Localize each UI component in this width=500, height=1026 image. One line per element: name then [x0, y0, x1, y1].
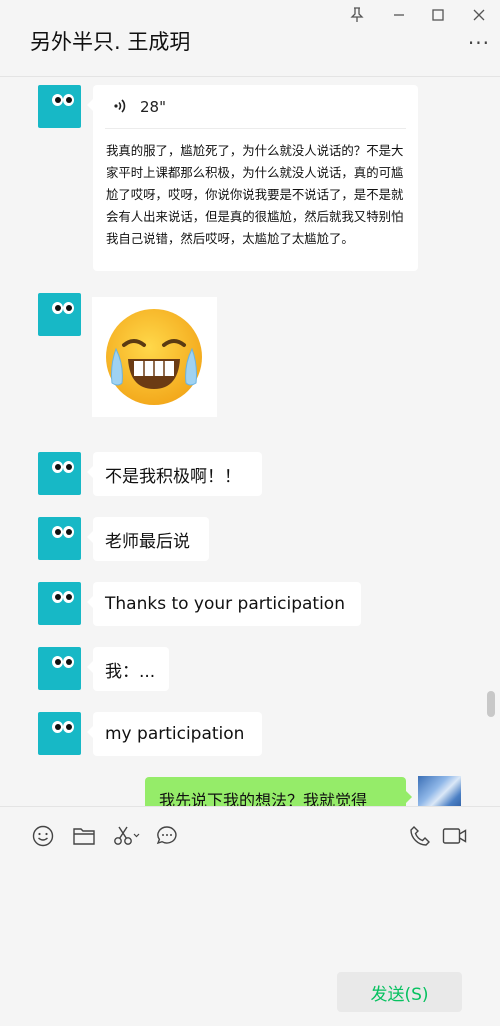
- maximize-icon[interactable]: [426, 5, 450, 25]
- message-bubble[interactable]: Thanks to your participation: [87, 582, 361, 626]
- pin-icon[interactable]: [345, 5, 369, 25]
- message-list[interactable]: 28" 我真的服了，尴尬死了，为什么就没人说话的？不是大家平时上课都那么积极，为…: [0, 78, 500, 806]
- divider: [105, 128, 406, 129]
- my-message-bubble[interactable]: 我先说下我的想法？我就觉得: [145, 777, 412, 806]
- sticker-image[interactable]: [92, 297, 217, 417]
- message-bubble[interactable]: 老师最后说: [87, 517, 209, 561]
- avatar[interactable]: [38, 452, 81, 495]
- message-bubble[interactable]: 我：...: [87, 647, 169, 691]
- scrollbar-thumb[interactable]: [487, 691, 495, 717]
- avatar[interactable]: [38, 293, 81, 336]
- close-icon[interactable]: [467, 5, 491, 25]
- message-bubble[interactable]: my participation: [87, 712, 262, 756]
- voice-transcript: 我真的服了，尴尬死了，为什么就没人说话的？不是大家平时上课都那么积极，为什么就没…: [106, 143, 404, 246]
- chat-title: 另外半只. 王成玥: [30, 30, 191, 54]
- send-button[interactable]: 发送(S): [337, 972, 462, 1012]
- voice-duration: 28": [140, 98, 166, 116]
- voice-wave-icon: [113, 98, 127, 118]
- more-icon[interactable]: ···: [468, 33, 490, 53]
- my-avatar[interactable]: [418, 776, 461, 806]
- video-icon[interactable]: [441, 823, 469, 849]
- folder-icon[interactable]: [71, 823, 97, 849]
- message-bubble[interactable]: 不是我积极啊！！: [87, 452, 262, 496]
- avatar[interactable]: [38, 582, 81, 625]
- chat-icon[interactable]: [154, 823, 180, 849]
- scissors-icon[interactable]: [112, 823, 142, 849]
- emoji-icon[interactable]: [30, 823, 56, 849]
- avatar[interactable]: [38, 517, 81, 560]
- input-area[interactable]: 发送(S): [0, 806, 500, 1026]
- avatar[interactable]: [38, 85, 81, 128]
- voice-message[interactable]: 28" 我真的服了，尴尬死了，为什么就没人说话的？不是大家平时上课都那么积极，为…: [87, 85, 418, 271]
- avatar[interactable]: [38, 647, 81, 690]
- avatar[interactable]: [38, 712, 81, 755]
- phone-icon[interactable]: [407, 823, 433, 849]
- chat-header: 另外半只. 王成玥 ···: [0, 0, 500, 77]
- crying-laughing-emoji-icon: [106, 309, 202, 405]
- minimize-icon[interactable]: [387, 5, 411, 25]
